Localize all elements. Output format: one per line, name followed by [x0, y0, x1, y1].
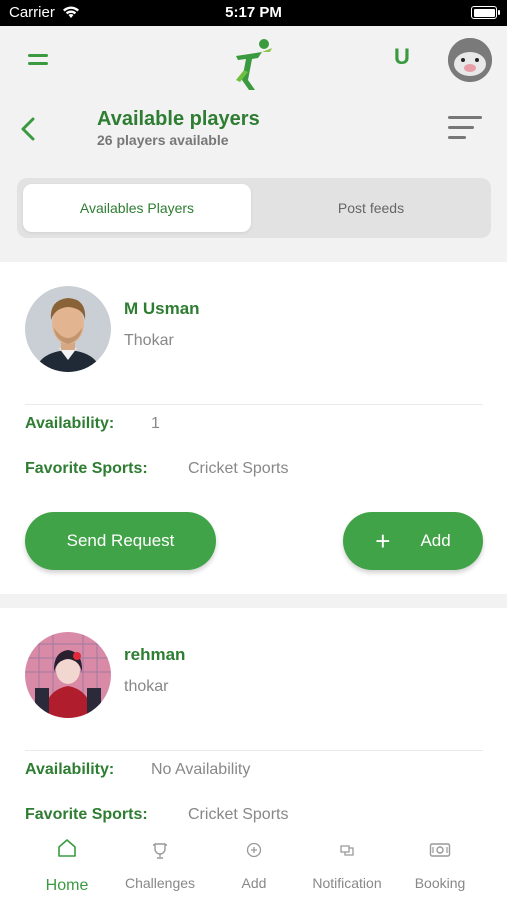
notification-icon	[338, 842, 356, 863]
nav-label: Challenges	[124, 875, 196, 891]
availability-value: No Availability	[151, 761, 251, 778]
nav-home[interactable]: Home	[17, 830, 117, 900]
favorite-sports-label: Favorite Sports:	[25, 460, 148, 477]
player-card: rehman thokar Availability: No Availabil…	[0, 608, 507, 838]
player-card: M Usman Thokar Availability: 1 Favorite …	[0, 262, 507, 594]
divider	[25, 750, 483, 751]
nav-label: Notification	[312, 875, 382, 891]
nav-challenges[interactable]: Challenges	[110, 830, 210, 900]
player-avatar[interactable]	[25, 632, 111, 718]
send-request-button[interactable]: Send Request	[25, 512, 216, 570]
trophy-icon	[151, 842, 169, 865]
page-subtitle: 26 players available	[97, 132, 229, 148]
menu-icon[interactable]	[28, 54, 48, 66]
tab-segment: Availables Players Post feeds	[17, 178, 491, 238]
title-row: Available players 26 players available	[0, 96, 507, 166]
nav-label: Add	[241, 875, 267, 891]
favorite-sports-value: Cricket Sports	[188, 460, 289, 477]
availability-label: Availability:	[25, 761, 115, 778]
nav-label: Booking	[414, 875, 466, 891]
add-button-label: Add	[420, 531, 451, 550]
app-logo-icon	[228, 36, 276, 94]
sort-filter-icon[interactable]	[448, 116, 482, 140]
tab-available-players[interactable]: Availables Players	[23, 184, 251, 232]
player-name: M Usman	[124, 299, 200, 318]
divider	[25, 404, 483, 405]
back-arrow-icon[interactable]	[18, 116, 40, 142]
plus-icon: +	[375, 526, 391, 556]
player-name: rehman	[124, 645, 186, 664]
favorite-sports-label: Favorite Sports:	[25, 806, 148, 823]
add-circle-icon	[246, 842, 262, 863]
bottom-navigation: Home Challenges Add Notification Booking	[0, 830, 507, 900]
battery-icon	[471, 6, 500, 19]
nav-label: Home	[45, 877, 89, 894]
player-location: thokar	[124, 678, 169, 695]
home-icon	[56, 838, 78, 863]
nav-add[interactable]: Add	[204, 830, 304, 900]
favorite-sports-value: Cricket Sports	[188, 806, 289, 823]
player-location: Thokar	[124, 332, 174, 349]
nav-booking[interactable]: Booking	[390, 830, 490, 900]
app-header: U	[0, 26, 507, 96]
profile-avatar[interactable]	[448, 38, 492, 82]
availability-value: 1	[151, 415, 160, 432]
nav-notification[interactable]: Notification	[297, 830, 397, 900]
add-player-button[interactable]: + Add	[343, 512, 483, 570]
status-time: 5:17 PM	[225, 4, 282, 21]
status-bar: Carrier 5:17 PM	[0, 0, 507, 26]
player-avatar[interactable]	[25, 286, 111, 372]
booking-icon	[429, 842, 451, 863]
availability-label: Availability:	[25, 415, 115, 432]
tab-post-feeds[interactable]: Post feeds	[257, 184, 485, 232]
user-initial[interactable]: U	[394, 44, 410, 70]
page-title: Available players	[97, 108, 260, 130]
